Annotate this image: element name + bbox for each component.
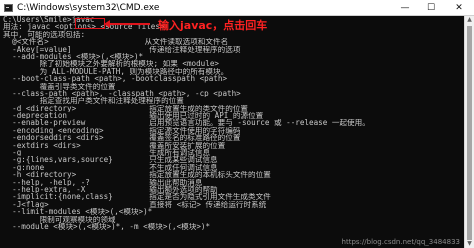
console-line: 为 ALL-MODULE-PATH, 则为模块路径中的所有模块。 [3,67,229,76]
console-line: --help, -help, -? 输出此帮助消息 [3,178,203,186]
maximize-button[interactable]: ☐ [418,0,444,16]
console-output[interactable]: C:\Users\Smile>javac 用法: javac <options>… [0,16,464,248]
cmd-app-icon [4,3,13,12]
watermark: https://blog.csdn.net/qq_3484833 [341,238,460,246]
console-line: -J<flag> 直接将 <标记> 传递给运行时系统 [3,200,267,209]
console-line: --module <模块>(,<模块>)*, -m <模块>(,<模块>)* [3,222,211,231]
annotation-text: 输入javac，点击回车 [158,19,268,32]
console-line: -encoding <encoding> 指定源文件使用的字符编码 [3,126,241,135]
console-line: @<文件名> 从文件读取选项和文件名 [3,38,229,46]
console-line: --class-path <path>, -classpath <path>, … [3,89,241,98]
console-line: --limit-modules <模块>(,<模块>)* [3,208,153,216]
console-line: -extdirs <dirs> 覆盖所安装扩展的位置 [3,141,226,150]
window-title: C:\Windows\system32\CMD.exe [17,2,160,13]
javac-highlight-box [75,18,105,29]
console-line: 限制可观察模块的领域 [3,215,116,223]
scroll-up-arrow-icon[interactable]: ▲ [465,16,474,24]
console-line: 指定查找用户类文件和注释处理程序的位置 [3,97,184,105]
cmd-window: C:\Windows\system32\CMD.exe — ☐ ✕ C:\Use… [0,0,474,248]
console-line: -deprecation 输出使用已过时的 API 的源位置 [3,112,264,120]
annotation-arrow-line [106,23,150,25]
close-button[interactable]: ✕ [444,0,474,16]
console-line: --add-modules <模块>(,<模块>)* [3,52,144,61]
scroll-thumb[interactable] [467,26,472,240]
title-bar[interactable]: C:\Windows\system32\CMD.exe — ☐ ✕ [0,0,474,16]
console-line: -implicit:{none,class} 指定是否为隐式引用文件生成类文件 [3,193,271,201]
console-line: --boot-class-path <path>, -bootclasspath… [3,75,228,83]
console-line: 覆盖引导类文件的位置 [3,82,116,90]
console-line: -Akey[=value] 传递给注释处理程序的选项 [3,45,241,53]
console-line: --enable-preview 启用预览语言功能。要与 -source 或 -… [3,119,370,127]
console-line: --help-extra, -X 输出额外选项的帮助 [3,185,218,194]
console-line: -endorseddirs <dirs> 覆盖签名的标准路径的位置 [3,134,241,142]
console-line: -g 生成所有调试信息 [3,149,211,157]
console-line: -g:{lines,vars,source} 只生成某些调试信息 [3,156,218,164]
console-line: -d <directory> 指定放置生成的类文件的位置 [3,104,249,113]
console-line: 除了初始模块之外要解析的根模块; 如果 <module> [3,60,219,68]
scroll-down-arrow-icon[interactable]: ▼ [465,240,474,248]
vertical-scrollbar[interactable]: ▲ ▼ [464,16,474,248]
minimize-button[interactable]: — [392,0,418,16]
annotation-arrow-icon [104,20,110,28]
console-line: -h <directory> 指定放置生成的本机标头文件的位置 [3,171,271,179]
console-line: -g:none 不生成任何调试信息 [3,163,218,172]
